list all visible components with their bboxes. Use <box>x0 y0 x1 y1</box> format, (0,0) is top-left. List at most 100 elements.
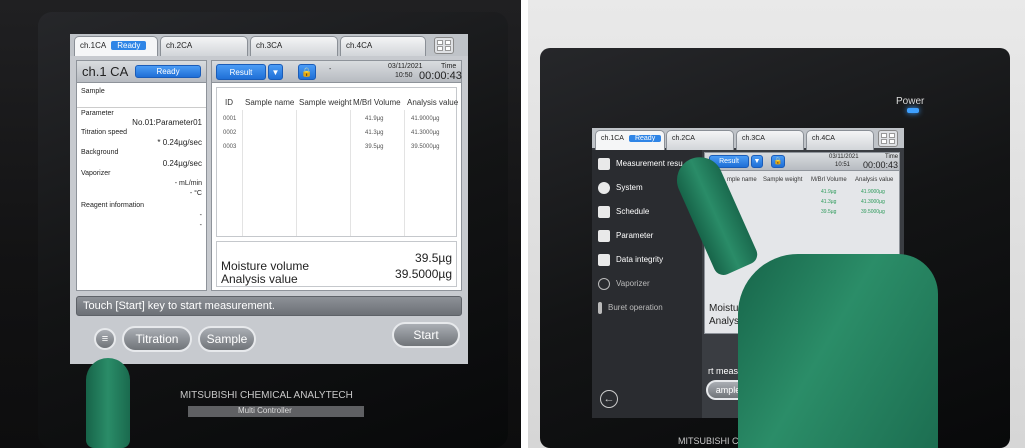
col-sample-weight-header: Sample weight <box>763 177 803 183</box>
document-icon <box>598 158 610 170</box>
result-header: Result ▼ 🔒 - 03/11/2021 10:50 Time 00:00… <box>212 61 462 83</box>
titration-button[interactable]: Titration <box>122 326 192 352</box>
model-label: Multi Controller <box>238 406 292 415</box>
reagent-value-2: - <box>199 222 202 229</box>
menu-item-label: Data integrity <box>616 255 664 265</box>
brand-label: MITSUBISHI CHEMICAL ANALYTECH <box>180 390 353 401</box>
calendar-icon <box>598 206 610 218</box>
channel-info-header: ch.1 CA Ready <box>77 61 206 83</box>
vaporizer-flow: - mL/min <box>174 180 202 187</box>
row-analysis: 41.9000µg <box>411 116 440 122</box>
tab-ch1[interactable]: ch.1CA Ready <box>74 36 158 56</box>
message-bar: Touch [Start] key to start measurement. <box>76 296 462 316</box>
menu-item-label: Buret operation <box>608 303 663 313</box>
parameter-value: No.01:Parameter01 <box>132 118 202 127</box>
gloved-hand <box>738 254 938 448</box>
touch-screen: ch.1CA Ready ch.2CA ch.3CA ch.4CA ch.1 CA… <box>70 34 468 364</box>
tab-ch4-label: ch.4CA <box>346 41 373 50</box>
row-id: 0002 <box>223 130 237 136</box>
menu-item-measurement-result[interactable]: Measurement resu <box>598 158 683 170</box>
grid-menu-icon[interactable] <box>878 130 898 147</box>
tab-ch2[interactable]: ch.2CA <box>160 36 248 56</box>
moisture-volume-value: 39.5µg <box>415 251 452 265</box>
time-label: Time <box>441 63 457 70</box>
vaporizer-label: Vaporizer <box>81 170 111 177</box>
row-analysis: 41.9000µg <box>861 189 885 195</box>
row-analysis: 39.5000µg <box>411 144 440 150</box>
titration-speed-value: * 0.24µg/sec <box>157 138 202 147</box>
tab-ch4[interactable]: ch.4CA <box>340 36 426 56</box>
tab-ch4-right[interactable]: ch.4CA <box>806 130 874 150</box>
tab-ch3[interactable]: ch.3CA <box>250 36 338 56</box>
brand-label: MITSUBISHI CH <box>678 436 746 446</box>
tab-ch1-label: ch.1CA <box>601 135 624 142</box>
menu-item-data-integrity[interactable]: Data integrity <box>598 254 663 266</box>
summary-box: Moisture volume 39.5µg Analysis value 39… <box>216 241 457 287</box>
start-button[interactable]: Start <box>392 322 460 348</box>
tab-ch2-label: ch.2CA <box>672 135 695 142</box>
date-display: 03/11/2021 <box>829 154 859 160</box>
row-volume: 39.5µg <box>365 144 384 150</box>
tab-ch2-right[interactable]: ch.2CA <box>666 130 734 150</box>
separator-dash: - <box>329 66 332 73</box>
grid-menu-icon[interactable] <box>434 37 454 54</box>
tab-ch4-label: ch.4CA <box>812 135 835 142</box>
tab-ch1-status: Ready <box>111 41 147 50</box>
titration-speed-label: Titration speed <box>81 129 128 136</box>
analysis-value-value: 39.5000µg <box>395 267 452 281</box>
result-dropdown-icon[interactable]: ▼ <box>268 64 283 80</box>
col-id-header: ID <box>225 98 233 107</box>
left-photo: ch.1CA Ready ch.2CA ch.3CA ch.4CA ch.1 CA… <box>0 0 521 448</box>
tab-ch1-right[interactable]: ch.1CA Ready <box>595 130 665 150</box>
channel-title: ch.1 CA <box>82 64 129 79</box>
menu-item-parameter[interactable]: Parameter <box>598 230 653 242</box>
menu-item-system[interactable]: System <box>598 182 643 194</box>
background-value: 0.24µg/sec <box>162 159 202 168</box>
sliders-icon <box>598 230 610 242</box>
power-led <box>907 108 919 113</box>
menu-item-label: Vaporizer <box>616 279 650 289</box>
reagent-value-1: - <box>199 212 202 219</box>
row-id: 0001 <box>223 116 237 122</box>
power-label: Power <box>896 96 925 107</box>
col-sample-name-header: Sample name <box>245 98 295 107</box>
hamburger-menu-icon[interactable]: ≡ <box>94 328 116 350</box>
row-volume: 41.9µg <box>821 189 837 195</box>
lock-icon[interactable]: 🔒 <box>771 155 785 168</box>
channel-tab-bar-right: ch.1CA Ready ch.2CA ch.3CA ch.4CA <box>592 128 904 150</box>
result-dropdown-icon[interactable]: ▼ <box>751 155 763 168</box>
result-header-right: Result ▼ 🔒 03/11/2021 10:51 Time 00:00:4… <box>705 153 899 171</box>
tab-ch2-label: ch.2CA <box>166 41 193 50</box>
col-sample-weight-header: Sample weight <box>299 98 352 107</box>
menu-item-vaporizer[interactable]: Vaporizer <box>598 278 650 290</box>
lock-icon[interactable]: 🔒 <box>298 64 316 80</box>
status-message: Touch [Start] key to start measurement. <box>83 300 275 312</box>
menu-item-schedule[interactable]: Schedule <box>598 206 649 218</box>
sample-button[interactable]: Sample <box>198 326 256 352</box>
row-analysis: 41.3000µg <box>861 199 885 205</box>
elapsed-time: 00:00:43 <box>863 160 899 170</box>
back-arrow-icon[interactable]: ← <box>600 390 618 408</box>
model-plate: Multi Controller <box>188 406 364 417</box>
date-display: 03/11/2021 <box>388 63 423 70</box>
row-volume: 41.9µg <box>365 116 384 122</box>
vaporizer-temp: - °C <box>189 190 202 197</box>
gloved-finger <box>86 358 130 448</box>
row-volume: 41.3µg <box>365 130 384 136</box>
channel-tab-bar: ch.1CA Ready ch.2CA ch.3CA ch.4CA <box>70 34 468 56</box>
background-label: Background <box>81 149 119 156</box>
clock-display: 10:51 <box>835 162 851 168</box>
tab-ch3-right[interactable]: ch.3CA <box>736 130 804 150</box>
col-sample-name-header: mple name <box>727 177 757 183</box>
sample-label: Sample <box>81 88 105 95</box>
vaporizer-icon <box>598 278 610 290</box>
result-panel: Result ▼ 🔒 - 03/11/2021 10:50 Time 00:00… <box>211 60 462 291</box>
tab-ch1-status: Ready <box>628 135 662 142</box>
tab-ch1-label: ch.1CA <box>80 41 107 50</box>
result-button[interactable]: Result <box>216 64 266 80</box>
col-analysis-header: Analysis value <box>855 177 894 183</box>
right-photo: Power ch.1CA Ready ch.2CA ch.3CA ch.4CA M… <box>528 0 1025 448</box>
result-table: ID Sample name Sample weight M/Brl Volum… <box>216 87 458 237</box>
menu-item-buret-operation[interactable]: Buret operation <box>598 302 663 314</box>
row-id: 0003 <box>223 144 237 150</box>
